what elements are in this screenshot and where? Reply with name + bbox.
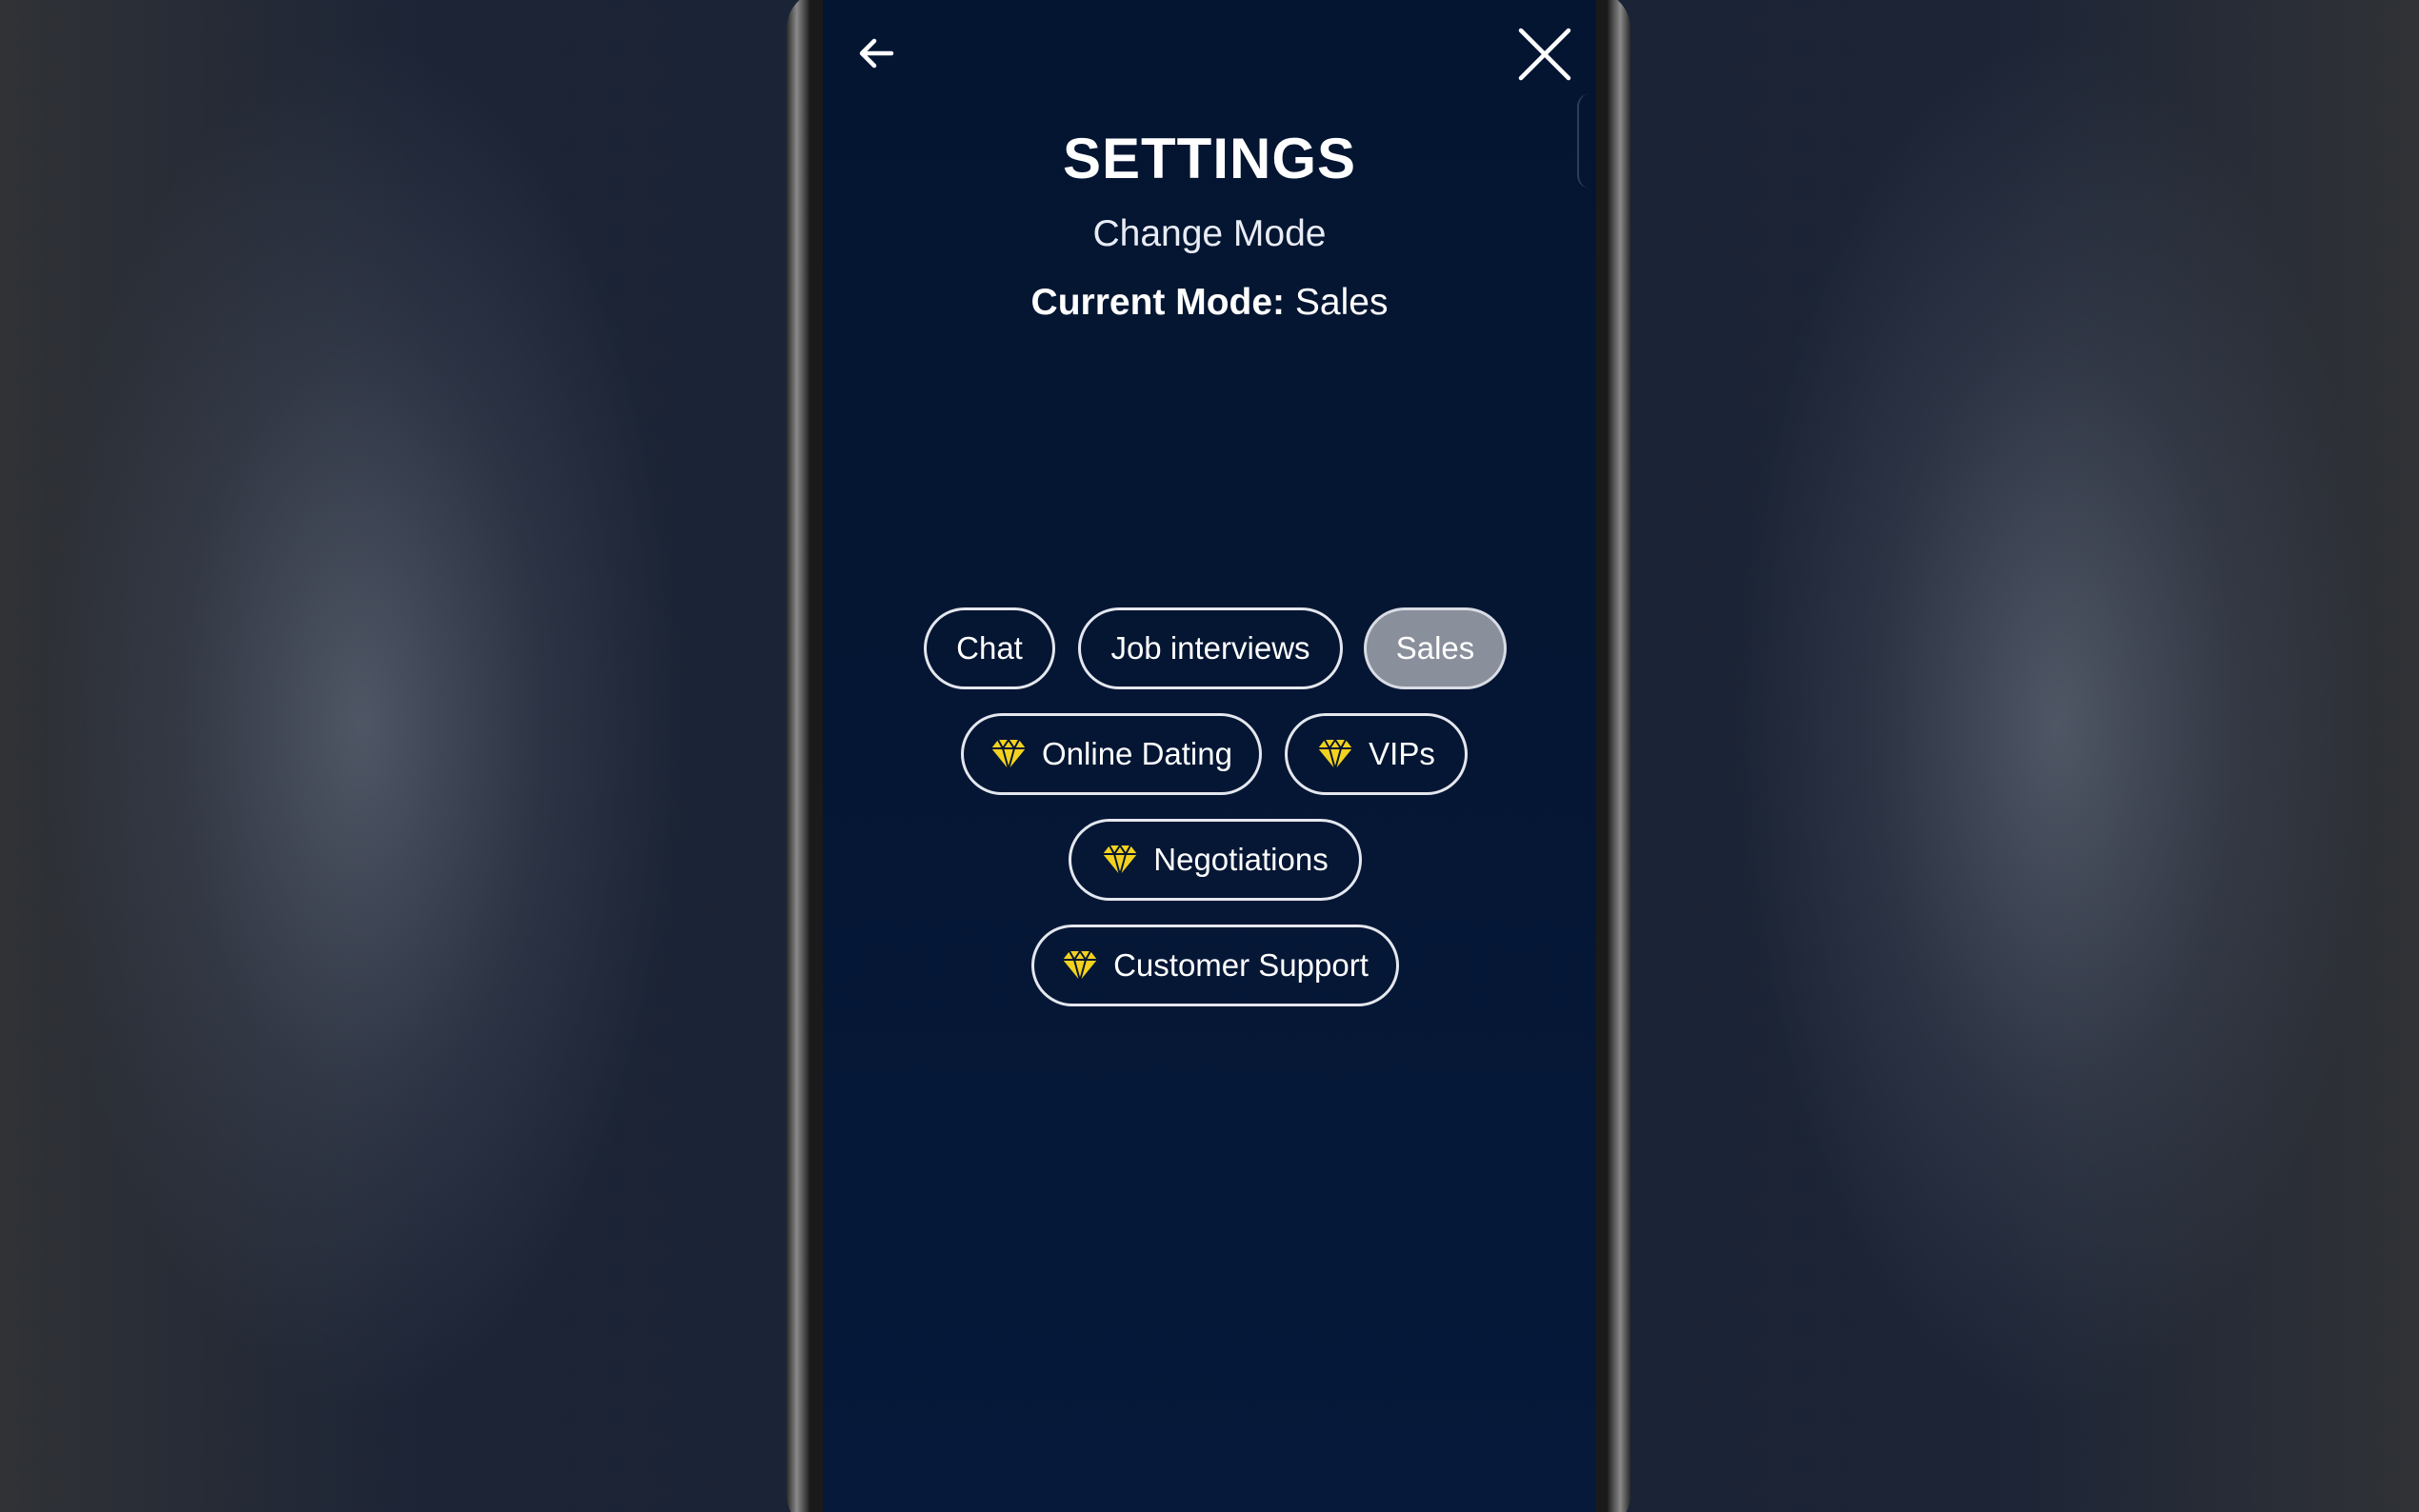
mode-chip-label: Job interviews: [1110, 630, 1310, 666]
diamond-icon: [991, 739, 1027, 770]
mode-chip-chat[interactable]: Chat: [924, 607, 1055, 689]
mode-chip-customer-support[interactable]: Customer Support: [1031, 925, 1399, 1006]
mode-chip-negotiations[interactable]: Negotiations: [1069, 819, 1362, 901]
mode-chip-sales[interactable]: Sales: [1364, 607, 1507, 689]
back-button[interactable]: [851, 29, 901, 78]
current-mode-line: Current Mode: Sales: [823, 282, 1596, 324]
mode-chip-label: Customer Support: [1113, 947, 1369, 983]
diamond-icon: [1318, 739, 1353, 770]
current-mode-label: Current Mode:: [1030, 282, 1286, 323]
close-button[interactable]: [1516, 26, 1573, 83]
close-icon: [1518, 28, 1571, 81]
mode-chip-label: Sales: [1395, 630, 1475, 666]
mode-chip-job-interviews[interactable]: Job interviews: [1078, 607, 1343, 689]
mode-chip-vips[interactable]: VIPs: [1285, 713, 1468, 795]
mode-chip-label: VIPs: [1369, 736, 1435, 771]
mode-chip-label: Negotiations: [1153, 842, 1329, 877]
settings-screen: SETTINGS Change Mode Current Mode: Sales…: [823, 0, 1596, 1512]
mode-chip-online-dating[interactable]: Online Dating: [961, 713, 1262, 795]
mode-chip-label: Online Dating: [1042, 736, 1232, 771]
page-subtitle: Change Mode: [1092, 213, 1327, 254]
page-title: SETTINGS: [1062, 127, 1357, 190]
mode-chip-label: Chat: [956, 630, 1023, 666]
current-mode-value: Sales: [1294, 282, 1389, 323]
arrow-left-icon: [859, 38, 894, 69]
diamond-icon: [1063, 950, 1098, 982]
diamond-icon: [1103, 845, 1138, 876]
